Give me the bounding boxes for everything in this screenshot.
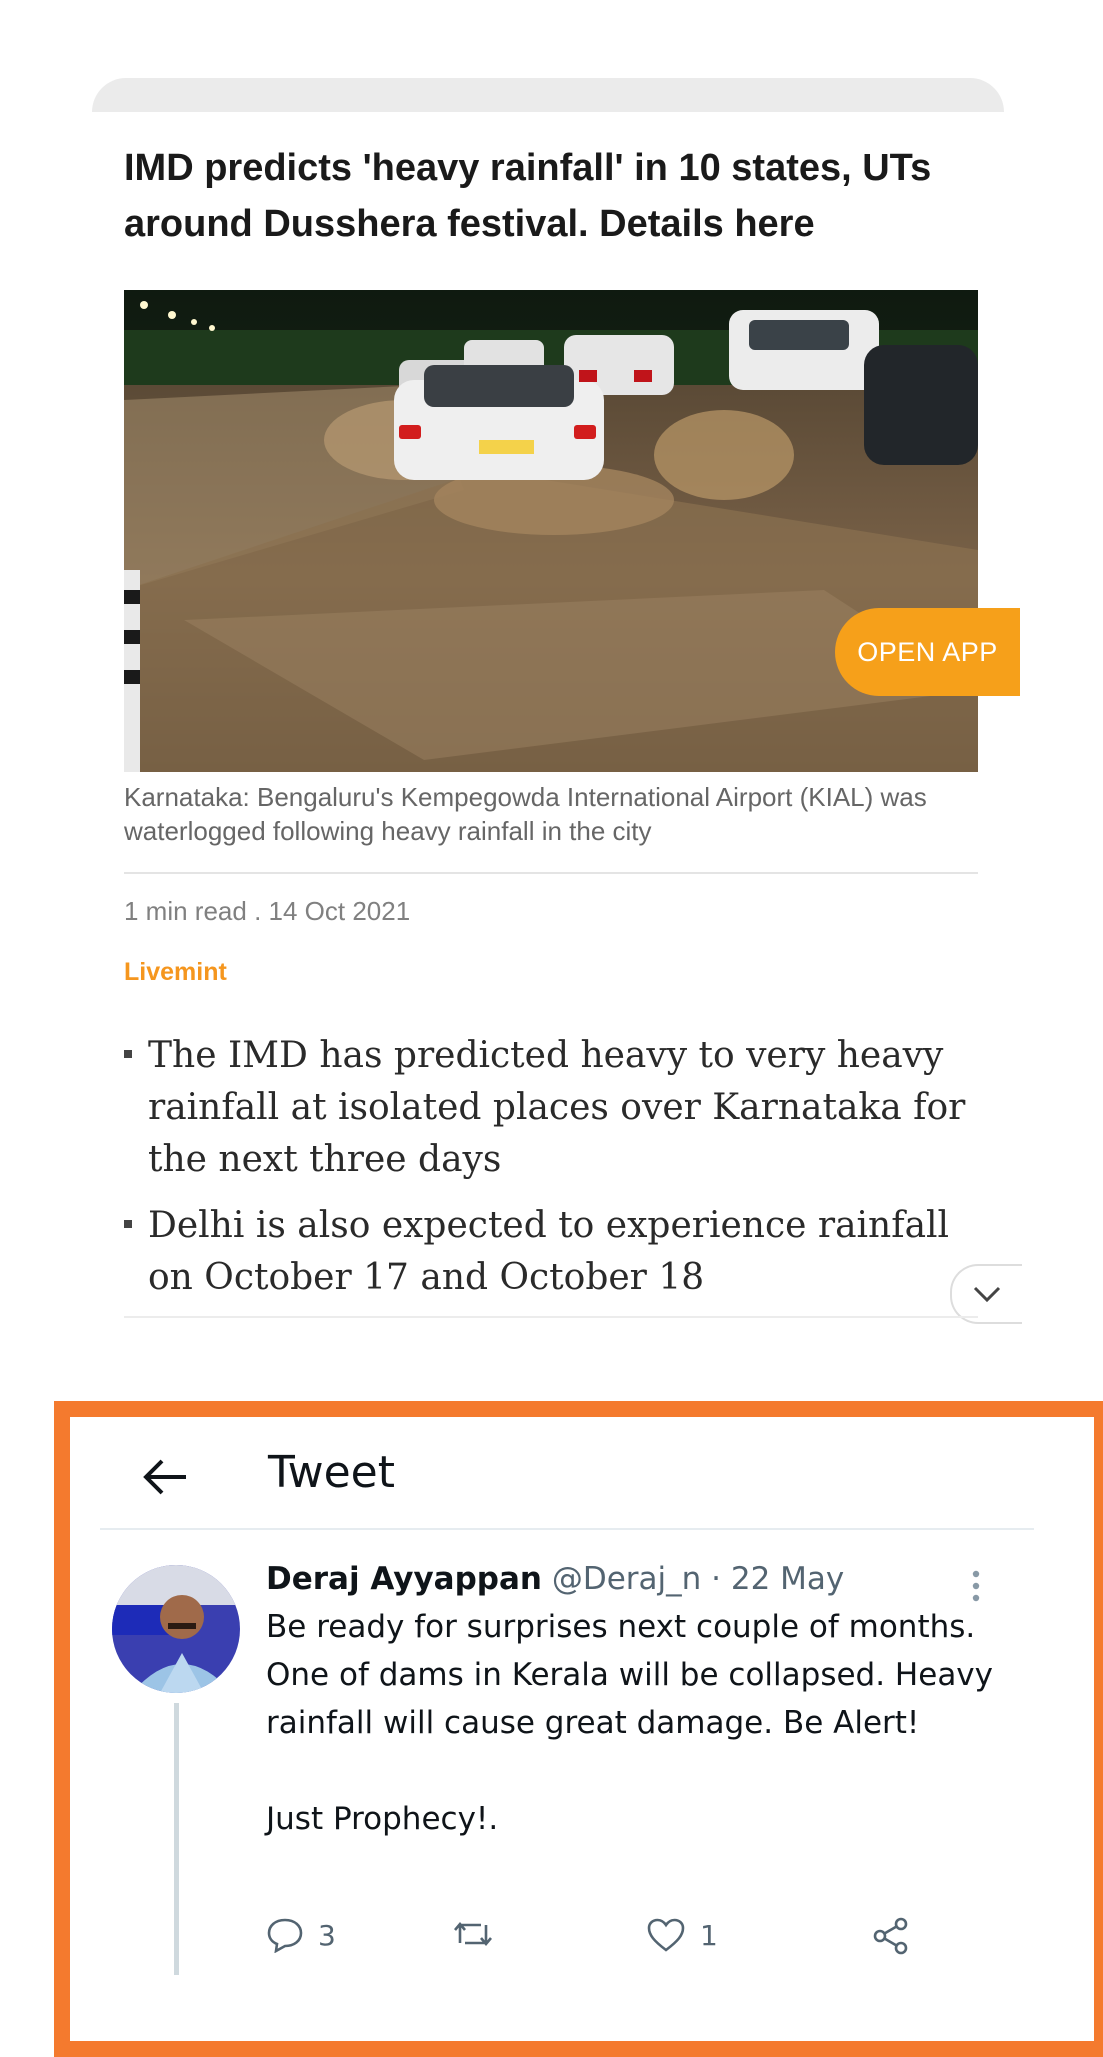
divider — [100, 1528, 1034, 1530]
back-arrow-icon[interactable] — [142, 1457, 188, 1497]
tweet-meta: Deraj Ayyappan @Deraj_n · 22 May — [266, 1557, 1046, 1601]
more-vertical-icon[interactable] — [970, 1569, 982, 1603]
like-count: 1 — [700, 1918, 718, 1952]
share-action[interactable] — [871, 1917, 911, 1955]
like-icon — [647, 1918, 685, 1952]
meta-separator: · — [701, 1561, 731, 1597]
bullet-item: Delhi is also expected to experience rai… — [124, 1200, 1004, 1304]
photo-caption: Karnataka: Bengaluru's Kempegowda Intern… — [124, 782, 927, 846]
retweet-action[interactable] — [451, 1917, 495, 1951]
top-tab-bar — [92, 78, 1004, 112]
chevron-down-icon — [973, 1286, 1001, 1303]
reply-action[interactable]: 3 — [266, 1917, 336, 1953]
article-photo — [124, 290, 978, 772]
tweet-header-title: Tweet — [268, 1447, 395, 1498]
tweet-body: Deraj Ayyappan @Deraj_n · 22 May Be read… — [266, 1557, 1046, 1843]
source-link[interactable]: Livemint — [124, 958, 227, 987]
retweet-icon — [454, 1921, 492, 1947]
tweet-frame: Tweet Deraj Ayyappan @Deraj_n · 22 May B… — [54, 1401, 1103, 2057]
divider — [124, 872, 978, 874]
tweet-header: Tweet — [70, 1417, 1094, 1530]
avatar[interactable] — [112, 1565, 240, 1693]
divider — [124, 1316, 978, 1318]
author-name[interactable]: Deraj Ayyappan — [266, 1561, 542, 1597]
thread-line — [174, 1703, 179, 1975]
open-app-button[interactable]: OPEN APP — [835, 608, 1020, 696]
author-handle[interactable]: @Deraj_n — [552, 1561, 701, 1597]
reply-count: 3 — [318, 1918, 336, 1952]
tweet-actions: 3 1 — [266, 1917, 1046, 1967]
summary-bullets: The IMD has predicted heavy to very heav… — [124, 1030, 1004, 1318]
bullet-item: The IMD has predicted heavy to very heav… — [124, 1030, 1004, 1186]
tweet-text: Be ready for surprises next couple of mo… — [266, 1609, 994, 1837]
expand-button[interactable] — [950, 1264, 1022, 1324]
reply-icon — [267, 1918, 303, 1953]
like-action[interactable]: 1 — [646, 1917, 718, 1953]
article-meta: 1 min read . 14 Oct 2021 — [124, 896, 411, 926]
share-icon — [873, 1917, 908, 1955]
article-headline: IMD predicts 'heavy rainfall' in 10 stat… — [124, 147, 932, 245]
tweet-date[interactable]: 22 May — [731, 1561, 844, 1597]
